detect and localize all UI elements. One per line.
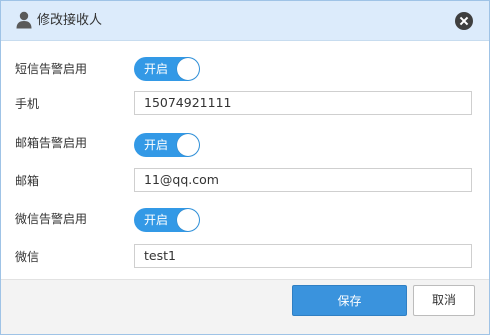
wechat-input[interactable] xyxy=(134,244,472,268)
wechat-enable-toggle[interactable]: 开启 xyxy=(134,208,200,232)
phone-label: 手机 xyxy=(15,97,40,111)
save-button[interactable]: 保存 xyxy=(292,285,407,316)
wechat-label: 微信 xyxy=(15,250,40,264)
sms-toggle-text: 开启 xyxy=(144,62,169,76)
email-input[interactable] xyxy=(134,168,472,192)
toggle-knob xyxy=(177,134,199,156)
email-enable-toggle[interactable]: 开启 xyxy=(134,133,200,157)
sms-enable-label: 短信告警启用 xyxy=(15,62,88,76)
email-label: 邮箱 xyxy=(15,174,40,188)
wechat-toggle-text: 开启 xyxy=(144,213,169,227)
phone-input[interactable] xyxy=(134,91,472,115)
wechat-enable-label: 微信告警启用 xyxy=(15,212,88,226)
dialog-titlebar: 修改接收人 xyxy=(1,1,489,41)
cancel-button[interactable]: 取消 xyxy=(413,285,475,316)
edit-receiver-dialog: 修改接收人 短信告警启用 开启 手机 邮箱告警启用 开启 邮箱 微信告警启用 开… xyxy=(0,0,490,335)
email-toggle-text: 开启 xyxy=(144,138,169,152)
dialog-title: 修改接收人 xyxy=(37,13,103,28)
toggle-knob xyxy=(177,58,199,80)
user-icon xyxy=(16,11,32,29)
email-enable-label: 邮箱告警启用 xyxy=(15,136,88,150)
close-icon[interactable] xyxy=(455,12,473,30)
dialog-footer: 保存 取消 xyxy=(1,279,489,334)
sms-enable-toggle[interactable]: 开启 xyxy=(134,57,200,81)
toggle-knob xyxy=(177,209,199,231)
